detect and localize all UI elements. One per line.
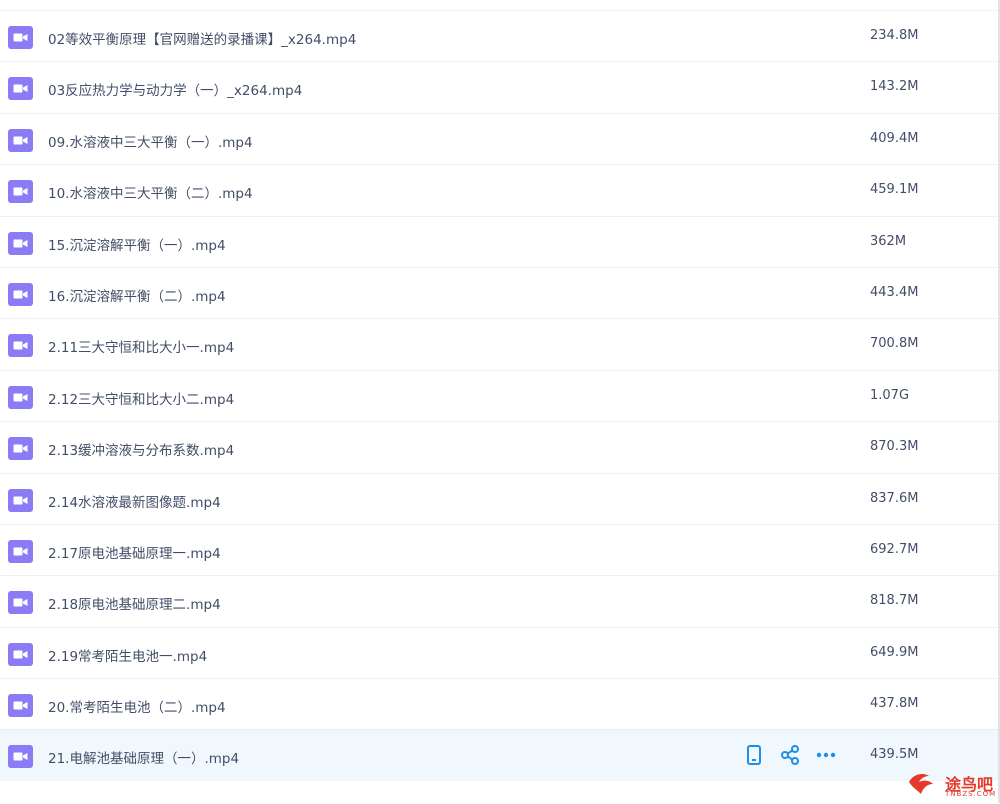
video-file-icon [8,26,33,49]
file-name[interactable]: 2.19常考陌生电池一.mp4 [48,645,207,665]
file-name[interactable]: 20.常考陌生电池（二）.mp4 [48,696,226,716]
file-size: 439.5M [870,747,919,763]
file-row[interactable]: 15.沉淀溶解平衡（一）.mp4 362M [0,215,1000,267]
file-name[interactable]: 2.11三大守恒和比大小一.mp4 [48,336,234,356]
video-file-icon [8,385,33,409]
file-row[interactable]: 16.沉淀溶解平衡（二）.mp4 443.4M [0,266,1000,318]
video-file-icon [8,694,33,718]
file-row[interactable]: 21.电解池基础原理（一）.mp4 439.5M [0,729,1000,781]
share-button[interactable] [780,744,800,766]
file-size: 1.07G [870,387,910,403]
file-size: 692.7M [870,541,919,557]
phone-icon [744,744,764,766]
file-name[interactable]: 2.13缓冲溶液与分布系数.mp4 [48,439,234,459]
site-watermark: 途鸟吧 TNBZS.COM [905,768,1000,803]
video-file-icon [8,437,33,461]
file-row[interactable]: 20.常考陌生电池（二）.mp4 437.8M [0,678,1000,729]
file-size: 837.6M [870,490,919,506]
send-to-phone-button[interactable] [744,744,764,766]
file-name[interactable]: 16.沉淀溶解平衡（二）.mp4 [48,285,226,305]
file-size: 700.8M [870,336,919,352]
file-row[interactable]: 2.18原电池基础原理二.mp4 818.7M [0,575,1000,626]
file-name[interactable]: 2.17原电池基础原理一.mp4 [48,542,221,562]
file-size: 870.3M [870,439,919,455]
file-name[interactable]: 2.18原电池基础原理二.mp4 [48,593,221,613]
file-name[interactable]: 02等效平衡原理【官网赠送的录播课】_x264.mp4 [48,28,356,48]
more-icon [816,744,836,766]
file-row[interactable]: 2.14水溶液最新图像题.mp4 837.6M [0,472,1000,524]
video-file-icon [8,591,33,615]
video-file-icon [8,488,33,512]
file-name[interactable]: 2.14水溶液最新图像题.mp4 [48,491,221,511]
file-size: 437.8M [870,696,919,712]
file-size: 649.9M [870,644,919,660]
file-row[interactable]: 03反应热力学与动力学（一）_x264.mp4 143.2M [0,61,1000,112]
video-file-icon [8,642,33,666]
video-file-icon [8,77,33,101]
watermark-subtext: TNBZS.COM [945,790,997,798]
file-row[interactable]: 2.11三大守恒和比大小一.mp4 700.8M [0,318,1000,369]
file-row[interactable]: 09.水溶液中三大平衡（一）.mp4 409.4M [0,112,1000,164]
file-name[interactable]: 03反应热力学与动力学（一）_x264.mp4 [48,79,302,99]
video-file-icon [8,282,33,306]
file-row[interactable]: 2.13缓冲溶液与分布系数.mp4 870.3M [0,421,1000,472]
file-name[interactable]: 21.电解池基础原理（一）.mp4 [48,747,239,767]
video-file-icon [8,128,33,152]
video-file-icon [8,539,33,563]
file-size: 409.4M [870,130,919,146]
video-file-icon [8,231,33,255]
file-name[interactable]: 15.沉淀溶解平衡（一）.mp4 [48,234,226,254]
video-file-icon [8,745,33,769]
file-size: 362M [870,233,907,249]
file-size: 459.1M [870,182,919,198]
file-name[interactable]: 2.12三大守恒和比大小二.mp4 [48,388,234,408]
file-list: 02等效平衡原理【官网赠送的录播课】_x264.mp4 234.8M 03反应热力学… [0,10,1000,781]
file-size: 443.4M [870,284,919,300]
file-row[interactable]: 2.12三大守恒和比大小二.mp4 1.07G [0,369,1000,421]
file-row[interactable]: 2.19常考陌生电池一.mp4 649.9M [0,626,1000,678]
file-name[interactable]: 10.水溶液中三大平衡（二）.mp4 [48,182,253,202]
file-size: 143.2M [870,79,919,95]
file-name[interactable]: 09.水溶液中三大平衡（一）.mp4 [48,131,253,151]
bird-logo-icon [909,774,933,794]
file-row[interactable]: 02等效平衡原理【官网赠送的录播课】_x264.mp4 234.8M [0,10,1000,61]
file-size: 234.8M [870,28,919,43]
video-file-icon [8,180,33,204]
file-size: 818.7M [870,593,919,609]
share-icon [780,744,800,766]
more-options-button[interactable] [816,744,836,766]
file-row[interactable]: 2.17原电池基础原理一.mp4 692.7M [0,523,1000,575]
video-file-icon [8,334,33,358]
file-row[interactable]: 10.水溶液中三大平衡（二）.mp4 459.1M [0,164,1000,215]
